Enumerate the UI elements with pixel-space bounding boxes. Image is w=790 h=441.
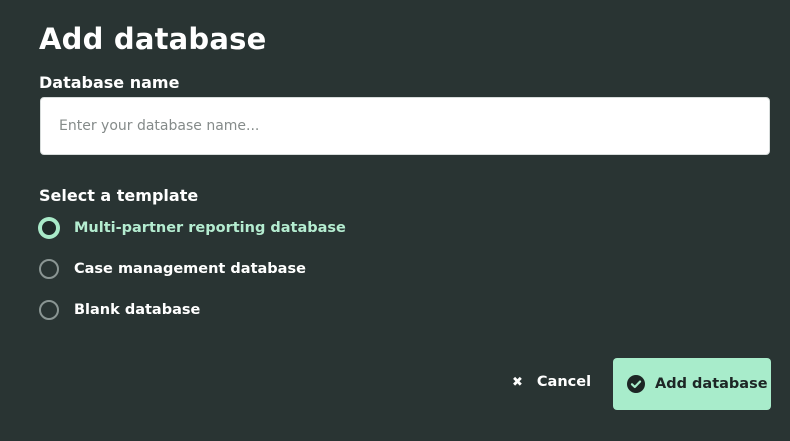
template-option-blank[interactable]: Blank database [39,298,200,322]
dialog-title: Add database [39,22,267,56]
add-database-button[interactable]: Add database [613,358,771,410]
add-database-label: Add database [655,376,768,392]
template-option-label: Blank database [74,302,201,318]
database-name-input[interactable] [40,97,770,155]
template-option-label: Multi-partner reporting database [74,220,346,236]
select-template-label: Select a template [39,186,199,205]
database-name-label: Database name [39,73,180,92]
add-database-dialog: Add database Database name Select a temp… [0,0,790,441]
radio-unselected-icon[interactable] [39,259,59,279]
close-icon: ✖ [512,374,523,390]
template-option-case-management[interactable]: Case management database [39,257,306,281]
radio-selected-icon[interactable] [39,218,59,238]
cancel-label: Cancel [536,374,592,390]
template-option-multi-partner[interactable]: Multi-partner reporting database [39,216,346,240]
cancel-button[interactable]: ✖ Cancel [508,367,595,397]
radio-unselected-icon[interactable] [39,300,59,320]
template-option-label: Case management database [74,261,306,277]
check-circle-icon [627,375,645,393]
